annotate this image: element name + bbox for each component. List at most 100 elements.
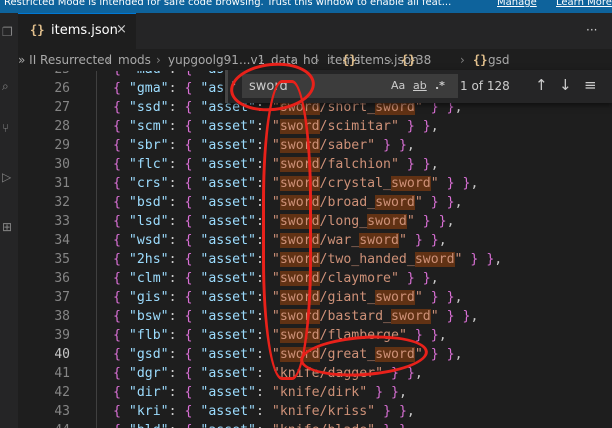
asset-path: knife/dirk	[279, 385, 360, 400]
chevron-right-icon: ›	[329, 53, 334, 67]
json-icon: {}	[342, 53, 357, 67]
regex-icon[interactable]: .*	[435, 79, 445, 92]
asset-path: sword/scimitar	[279, 119, 391, 134]
json-key: bsw	[136, 309, 161, 324]
line-number: 42	[54, 385, 70, 400]
code-line[interactable]: { "bsd": { "asset": "sword/broad_sword" …	[113, 195, 463, 210]
line-number: 33	[54, 214, 70, 229]
asset-path: sword/claymore	[279, 271, 391, 286]
code-line[interactable]: { "bsw": { "asset": "sword/bastard_sword…	[113, 309, 478, 324]
json-key: gsd	[136, 347, 161, 362]
asset-path: sword/flamberge	[279, 328, 399, 343]
breadcrumb-item[interactable]: » II Resurrected	[18, 49, 112, 71]
code-line[interactable]: { "dgr": { "asset": "knife/dagger" } },	[113, 366, 423, 381]
asset-path: sword/bastard_sword	[279, 309, 431, 324]
chevron-right-icon: ›	[106, 53, 111, 67]
json-key: crs	[136, 176, 161, 191]
line-number: 39	[54, 328, 70, 343]
asset-path: sword/falchion	[279, 157, 391, 172]
explorer-icon[interactable]: ❐	[2, 25, 13, 39]
json-key: wsd	[136, 233, 161, 248]
line-number: 35	[54, 252, 70, 267]
extensions-icon[interactable]: ⊞	[2, 220, 12, 234]
banner-message: Restricted Mode is intended for safe cod…	[4, 0, 452, 8]
tab-label: items.json	[51, 23, 118, 38]
line-number: 32	[54, 195, 70, 210]
run-debug-icon[interactable]: ▷	[2, 170, 11, 184]
whole-word-icon[interactable]: ab	[413, 79, 427, 92]
json-key: scm	[136, 119, 161, 134]
json-key: ssd	[136, 100, 161, 115]
code-line[interactable]: { "sbr": { "asset": "sword/saber" } },	[113, 138, 415, 153]
toggle-replace-icon[interactable]: ›	[231, 77, 236, 92]
json-file-icon: {}	[30, 23, 45, 37]
breadcrumb-item[interactable]: mods	[118, 49, 151, 71]
code-line[interactable]: { "dir": { "asset": "knife/dirk" } },	[113, 385, 407, 400]
asset-path: knife/kriss	[279, 404, 368, 419]
code-line[interactable]: { "wsd": { "asset": "sword/war_sword" } …	[113, 233, 447, 248]
tab-items-json[interactable]: {} items.json ×	[18, 13, 136, 49]
json-key: sbr	[136, 138, 161, 153]
chevron-right-icon: ›	[460, 53, 465, 67]
match-case-icon[interactable]: Aa	[391, 79, 405, 92]
line-number: 27	[54, 100, 70, 115]
match-count: 1 of 128	[460, 79, 510, 93]
next-match-icon[interactable]: ↓	[559, 76, 572, 94]
code-editor[interactable]: 25{ "mau": { "asset": "a..." } },26{ "gm…	[18, 71, 612, 428]
indent-guide	[96, 71, 97, 428]
json-key: gma	[136, 81, 161, 96]
learn-more-link[interactable]: Learn More	[556, 0, 612, 8]
line-number: 44	[18, 423, 70, 428]
more-actions-icon[interactable]: ···	[586, 23, 597, 37]
json-key: clm	[136, 271, 161, 286]
json-key: bsd	[136, 195, 161, 210]
code-line[interactable]: { "lsd": { "asset": "sword/long_sword" }…	[113, 214, 455, 229]
find-in-selection-icon[interactable]: ≡	[584, 76, 597, 94]
json-key: gis	[136, 290, 161, 305]
breadcrumb: » II Resurrected › mods › yupgoolg91 › ...v1 › d…	[18, 49, 612, 71]
line-number: 26	[54, 81, 70, 96]
json-key: 2hs	[136, 252, 161, 267]
line-number: 41	[54, 366, 70, 381]
asset-path: sword/two_handed_sword	[279, 252, 455, 267]
json-icon: {}	[401, 53, 416, 67]
json-key: lsd	[136, 214, 161, 229]
code-line[interactable]: { "bld": { "asset": "knife/blade" } },	[113, 423, 415, 428]
restricted-mode-banner: Restricted Mode is intended for safe cod…	[0, 0, 612, 13]
tab-bar: {} items.json × ···	[18, 13, 612, 49]
line-number: 29	[54, 138, 70, 153]
code-line[interactable]: { "flc": { "asset": "sword/falchion" } }…	[113, 157, 439, 172]
breadcrumb-item[interactable]: 38	[416, 49, 431, 71]
asset-path: sword/great_sword	[279, 347, 415, 362]
json-key: kri	[136, 404, 161, 419]
previous-match-icon[interactable]: ↑	[535, 76, 548, 94]
source-control-icon[interactable]: ⑂	[2, 121, 9, 135]
code-line[interactable]: { "clm": { "asset": "sword/claymore" } }…	[113, 271, 439, 286]
search-icon[interactable]: ⌕	[2, 79, 9, 94]
asset-path: sword/war_sword	[279, 233, 399, 248]
code-line[interactable]: { "flb": { "asset": "sword/flamberge" } …	[113, 328, 447, 343]
code-line[interactable]: { "2hs": { "asset": "sword/two_handed_sw…	[113, 252, 502, 267]
json-key: bld	[137, 423, 161, 428]
line-number: 43	[54, 404, 70, 419]
code-line[interactable]: { "gsd": { "asset": "sword/great_sword" …	[113, 347, 463, 362]
line-number: 28	[54, 119, 70, 134]
asset-path: sword/broad_sword	[279, 195, 415, 210]
chevron-right-icon: ›	[315, 53, 320, 67]
breadcrumb-item[interactable]: gsd	[488, 49, 510, 71]
asset-path: knife/dagger	[279, 366, 376, 381]
find-widget: › Aa ab .* 1 of 128 ↑ ↓ ≡	[225, 70, 612, 103]
chevron-right-icon: ›	[259, 53, 264, 67]
line-number: 31	[54, 176, 70, 191]
json-key: flb	[136, 328, 161, 343]
json-key: flc	[136, 157, 161, 172]
close-icon[interactable]: ×	[116, 22, 127, 37]
line-number: 37	[54, 290, 70, 305]
code-line[interactable]: { "crs": { "asset": "sword/crystal_sword…	[113, 176, 478, 191]
code-line[interactable]: { "scm": { "asset": "sword/scimitar" } }…	[113, 119, 439, 134]
code-line[interactable]: { "kri": { "asset": "knife/kriss" } },	[113, 404, 415, 419]
code-line[interactable]: { "gis": { "asset": "sword/giant_sword" …	[113, 290, 463, 305]
activity-bar: ❐ ⌕ ⑂ ▷ ⊞	[0, 13, 18, 428]
json-key: mau	[137, 71, 161, 77]
manage-link[interactable]: Manage	[497, 0, 537, 8]
